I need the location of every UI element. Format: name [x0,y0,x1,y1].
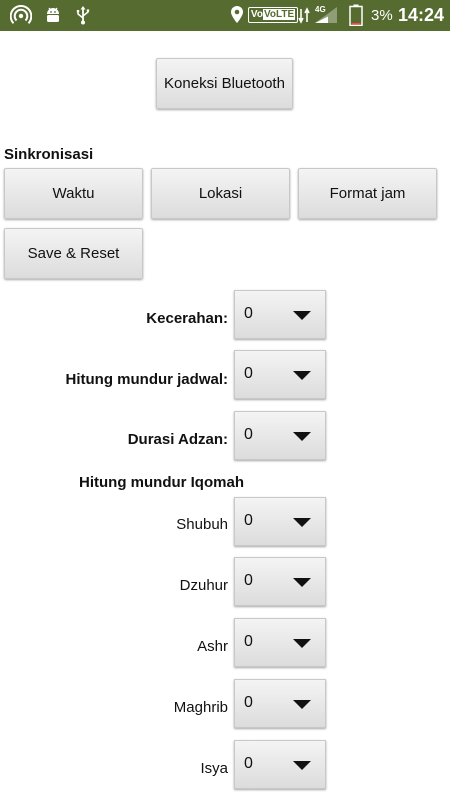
adzan-duration-label: Durasi Adzan: [127,431,228,448]
isya-label: Isya [200,760,228,777]
chevron-down-icon [293,639,311,648]
save-reset-button[interactable]: Save & Reset [4,228,143,279]
chevron-down-icon [293,432,311,441]
chevron-down-icon [293,371,311,380]
adzan-duration-value: 0 [244,426,253,443]
ashr-dropdown[interactable]: 0 [234,618,326,667]
ashr-label: Ashr [197,638,228,655]
schedule-countdown-label: Hitung mundur jadwal: [65,371,229,388]
shubuh-label: Shubuh [176,516,228,533]
shubuh-dropdown[interactable]: 0 [234,497,326,546]
dzuhur-value: 0 [244,572,253,589]
android-icon [43,5,63,25]
chevron-down-icon [293,311,311,320]
schedule-countdown-dropdown[interactable]: 0 [234,350,326,399]
dzuhur-dropdown[interactable]: 0 [234,557,326,606]
bluetooth-connect-button[interactable]: Koneksi Bluetooth [156,58,293,109]
adzan-duration-dropdown[interactable]: 0 [234,411,326,460]
hotspot-icon [10,5,32,25]
chevron-down-icon [293,761,311,770]
clock-format-button[interactable]: Format jam [298,168,437,219]
brightness-label: Kecerahan: [146,310,228,327]
schedule-countdown-value: 0 [244,365,253,382]
brightness-dropdown[interactable]: 0 [234,290,326,339]
volte-icon: VoVoLTE [247,5,299,25]
isya-value: 0 [244,755,253,772]
isya-dropdown[interactable]: 0 [234,740,326,789]
maghrib-dropdown[interactable]: 0 [234,679,326,728]
shubuh-value: 0 [244,512,253,529]
chevron-down-icon [293,518,311,527]
battery-icon [348,4,364,26]
dzuhur-label: Dzuhur [179,577,228,594]
status-bar: VoVoLTE 4G 3% 14:24 [0,0,450,31]
signal-icon: 4G [297,5,341,25]
location-icon [229,5,245,25]
ashr-value: 0 [244,633,253,650]
chevron-down-icon [293,700,311,709]
maghrib-value: 0 [244,694,253,711]
brightness-value: 0 [244,305,253,322]
usb-icon [74,5,92,25]
sync-time-button[interactable]: Waktu [4,168,143,219]
maghrib-label: Maghrib [173,699,228,716]
sync-heading: Sinkronisasi [4,146,94,163]
clock: 14:24 [398,5,445,25]
chevron-down-icon [293,578,311,587]
iqomah-heading: Hitung mundur Iqomah [79,474,244,491]
sync-location-button[interactable]: Lokasi [151,168,290,219]
battery-percent: 3% [371,7,393,24]
